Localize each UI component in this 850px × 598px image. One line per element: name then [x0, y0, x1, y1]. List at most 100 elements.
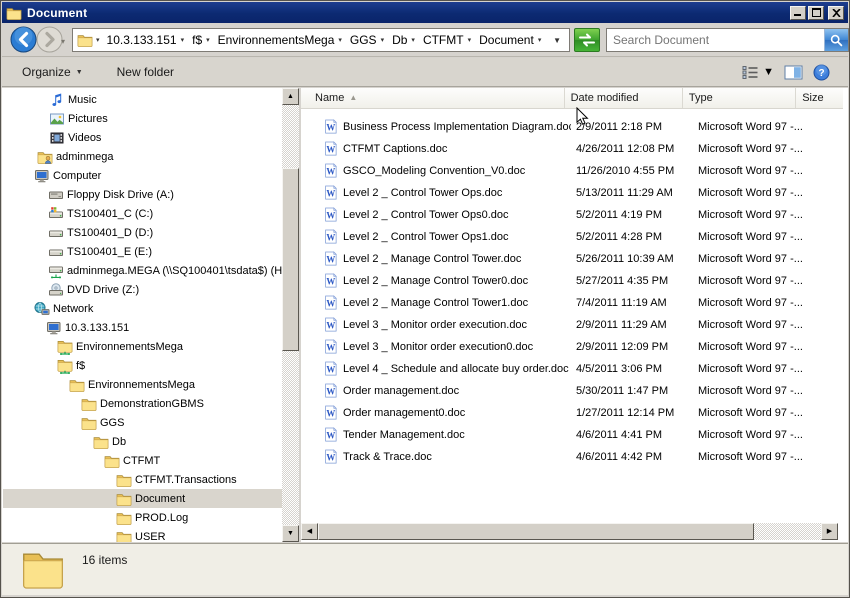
tree-item[interactable]: EnvironnementsMega [3, 375, 282, 394]
chevron-down-icon[interactable]: ▾ [410, 36, 418, 44]
chevron-down-icon[interactable]: ▾ [380, 36, 388, 44]
address-bar[interactable]: ▾ 10.3.133.151▾f$▾EnvironnementsMega▾GGS… [72, 28, 570, 52]
help-button[interactable]: ? [813, 64, 830, 81]
tree-item[interactable]: DVD Drive (Z:) [3, 280, 282, 299]
file-row[interactable]: WOrder management.doc5/30/2011 1:47 PMMi… [301, 380, 843, 402]
file-row[interactable]: WLevel 3 _ Monitor order execution0.doc2… [301, 336, 843, 358]
chevron-down-icon[interactable]: ▼ [763, 66, 774, 78]
address-history-dropdown-icon[interactable]: ▼ [549, 36, 565, 45]
column-header-size[interactable]: Size [796, 88, 843, 108]
item-count: 16 items [82, 553, 127, 567]
breadcrumb-segment[interactable]: Db▾ [388, 31, 419, 49]
chevron-down-icon[interactable]: ▾ [467, 36, 475, 44]
file-row[interactable]: WCTFMT Captions.doc4/26/2011 12:08 PMMic… [301, 138, 843, 160]
scroll-left-button[interactable]: ◀ [301, 523, 318, 540]
tree-item[interactable]: Document [3, 489, 282, 508]
chevron-down-icon[interactable]: ▾ [205, 36, 213, 44]
chevron-down-icon[interactable]: ▾ [337, 36, 345, 44]
maximize-button[interactable] [808, 6, 824, 20]
dvd-drive-icon [47, 282, 64, 298]
file-row[interactable]: WLevel 2 _ Manage Control Tower1.doc7/4/… [301, 292, 843, 314]
search-input[interactable] [607, 33, 824, 47]
chevron-down-icon[interactable]: ▾ [180, 36, 188, 44]
folder-icon [115, 510, 132, 526]
scroll-right-button[interactable]: ▶ [821, 523, 838, 540]
file-row[interactable]: WTender Management.doc4/6/2011 4:41 PMMi… [301, 424, 843, 446]
scroll-down-button[interactable]: ▼ [282, 525, 299, 542]
tree-item[interactable]: Floppy Disk Drive (A:) [3, 185, 282, 204]
svg-text:W: W [326, 320, 335, 330]
sort-ascending-icon: ▲ [349, 93, 357, 102]
tree-item[interactable]: Pictures [3, 109, 282, 128]
search-button[interactable] [824, 29, 848, 51]
file-row[interactable]: WLevel 4 _ Schedule and allocate buy ord… [301, 358, 843, 380]
tree-item[interactable]: CTFMT.Transactions [3, 470, 282, 489]
minimize-button[interactable] [790, 6, 806, 20]
tree-item[interactable]: 10.3.133.151 [3, 318, 282, 337]
new-folder-button[interactable]: New folder [109, 61, 182, 83]
tree-item[interactable]: TS100401_C (C:) [3, 204, 282, 223]
file-row[interactable]: WLevel 2 _ Control Tower Ops.doc5/13/201… [301, 182, 843, 204]
file-row[interactable]: WGSCO_Modeling Convention_V0.doc11/26/20… [301, 160, 843, 182]
tree-item[interactable]: DemonstrationGBMS [3, 394, 282, 413]
breadcrumb-segment[interactable]: f$▾ [188, 31, 214, 49]
shared-folder-icon: > [56, 339, 73, 355]
folder-icon [115, 491, 132, 507]
help-icon: ? [813, 64, 830, 81]
file-row[interactable]: WLevel 2 _ Control Tower Ops1.doc5/2/201… [301, 226, 843, 248]
back-button[interactable] [10, 26, 37, 53]
word-document-icon: W [323, 119, 339, 135]
tree-item[interactable]: PROD.Log [3, 508, 282, 527]
column-header-name[interactable]: Name ▲ [301, 88, 565, 108]
file-row[interactable]: WBusiness Process Implementation Diagram… [301, 116, 843, 138]
file-row[interactable]: WLevel 2 _ Manage Control Tower0.doc5/27… [301, 270, 843, 292]
file-rows: WBusiness Process Implementation Diagram… [301, 109, 843, 468]
scrollbar-thumb[interactable] [318, 523, 754, 540]
word-document-icon: W [323, 141, 339, 157]
breadcrumb-segment[interactable]: Document▾ [475, 31, 545, 49]
breadcrumb-segment[interactable]: EnvironnementsMega▾ [214, 31, 346, 49]
scrollbar-thumb[interactable] [282, 168, 299, 351]
file-row[interactable]: WLevel 3 _ Monitor order execution.doc2/… [301, 314, 843, 336]
tree-item[interactable]: Videos [3, 128, 282, 147]
tree-item[interactable]: Computer [3, 166, 282, 185]
breadcrumb: 10.3.133.151▾f$▾EnvironnementsMega▾GGS▾D… [103, 31, 550, 49]
tree-item[interactable]: CTFMT [3, 451, 282, 470]
tree-item[interactable]: Db [3, 432, 282, 451]
floppy-drive-icon [47, 187, 64, 203]
change-view-button[interactable]: ▼ [742, 65, 774, 80]
column-header-type[interactable]: Type [683, 88, 796, 108]
scroll-up-button[interactable]: ▲ [282, 88, 299, 105]
tree-item[interactable]: GGS [3, 413, 282, 432]
breadcrumb-segment[interactable]: CTFMT▾ [419, 31, 475, 49]
recent-pages-dropdown-icon[interactable]: ▾ [61, 37, 65, 46]
column-header-date-modified[interactable]: Date modified [565, 88, 683, 108]
tree-item[interactable]: >f$ [3, 356, 282, 375]
breadcrumb-segment[interactable]: GGS▾ [346, 31, 388, 49]
file-row[interactable]: WLevel 2 _ Manage Control Tower.doc5/26/… [301, 248, 843, 270]
breadcrumb-segment[interactable]: 10.3.133.151▾ [103, 31, 189, 49]
tree-item[interactable]: adminmega.MEGA (\\SQ100401\tsdata$) (H:) [3, 261, 282, 280]
file-row[interactable]: WTrack & Trace.doc4/6/2011 4:42 PMMicros… [301, 446, 843, 468]
remote-computer-icon [45, 320, 62, 336]
tree-item[interactable]: TS100401_D (D:) [3, 223, 282, 242]
preview-pane-button[interactable] [784, 65, 803, 80]
tree-item[interactable]: adminmega [3, 147, 282, 166]
tree-item[interactable]: Music [3, 90, 282, 109]
refresh-button[interactable] [574, 28, 600, 52]
forward-button[interactable] [36, 26, 63, 53]
chevron-down-icon[interactable]: ▾ [95, 36, 103, 44]
column-headers: Name ▲ Date modified Type Size [301, 88, 843, 109]
organize-button[interactable]: Organize ▼ [14, 61, 91, 83]
tree-item[interactable]: Network [3, 299, 282, 318]
word-document-icon: W [323, 317, 339, 333]
close-button[interactable] [828, 6, 844, 20]
file-row[interactable]: WOrder management0.doc1/27/2011 12:14 PM… [301, 402, 843, 424]
tree-item[interactable]: USER [3, 527, 282, 542]
chevron-down-icon[interactable]: ▾ [537, 36, 545, 44]
file-row[interactable]: WLevel 2 _ Control Tower Ops0.doc5/2/201… [301, 204, 843, 226]
tree-item[interactable]: >EnvironnementsMega [3, 337, 282, 356]
tree-item[interactable]: TS100401_E (E:) [3, 242, 282, 261]
word-document-icon: W [323, 405, 339, 421]
folder-icon [115, 529, 132, 543]
